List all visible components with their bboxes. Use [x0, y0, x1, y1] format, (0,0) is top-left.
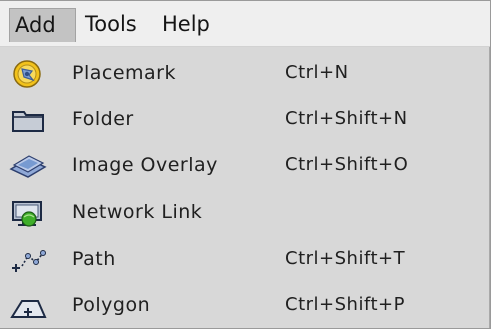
menu-item-shortcut: Ctrl+Shift+O: [285, 154, 409, 175]
menu-item-label: Image Overlay: [72, 154, 218, 176]
folder-icon: [8, 101, 48, 139]
add-menu-dropdown: Placemark Ctrl+N Folder Ctrl+Shift+N Ima…: [0, 47, 490, 328]
image-overlay-icon: [8, 147, 48, 185]
menu-add[interactable]: Add: [9, 8, 76, 42]
menu-item-shortcut: Ctrl+Shift+N: [285, 108, 408, 129]
menu-tools[interactable]: Tools: [80, 8, 154, 42]
menu-item-shortcut: Ctrl+Shift+T: [285, 248, 406, 269]
menu-bar: Add Tools Help: [0, 1, 490, 47]
app-window: Add Tools Help Placemark Ctrl+N Folder C…: [0, 0, 491, 329]
network-link-icon: [8, 194, 48, 232]
menu-item-shortcut: Ctrl+N: [285, 62, 349, 83]
menu-item-label: Folder: [72, 108, 134, 130]
menu-item-folder[interactable]: Folder Ctrl+Shift+N: [0, 97, 489, 143]
menu-item-polygon[interactable]: Polygon Ctrl+Shift+P: [0, 283, 489, 328]
placemark-icon: [8, 55, 48, 93]
menu-help[interactable]: Help: [157, 8, 227, 42]
menu-item-image-overlay[interactable]: Image Overlay Ctrl+Shift+O: [0, 143, 489, 189]
polygon-icon: [8, 287, 48, 325]
menu-item-label: Path: [72, 248, 116, 270]
menu-item-path[interactable]: Path Ctrl+Shift+T: [0, 237, 489, 283]
path-icon: [8, 241, 48, 279]
menu-item-label: Network Link: [72, 201, 203, 223]
menu-item-placemark[interactable]: Placemark Ctrl+N: [0, 51, 489, 97]
menu-item-network-link[interactable]: Network Link: [0, 190, 489, 236]
menu-item-shortcut: Ctrl+Shift+P: [285, 294, 405, 315]
menu-item-label: Placemark: [72, 62, 176, 84]
menu-item-label: Polygon: [72, 294, 151, 316]
